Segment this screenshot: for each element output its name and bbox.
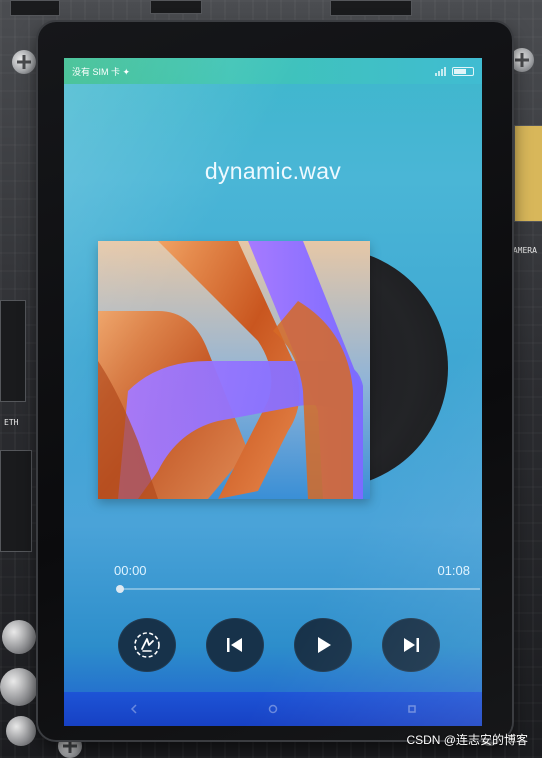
shuffle-mode-icon [134,632,160,658]
playback-controls [64,618,482,678]
battery-icon [452,66,474,76]
skip-previous-icon [227,638,242,652]
board-label-eth: ETH [4,418,19,427]
carrier-text: 没有 SIM 卡 ✦ [72,66,131,77]
capacitor [6,716,36,746]
skip-next-icon [404,638,419,652]
recents-icon[interactable] [407,704,417,714]
status-icons [435,66,474,76]
next-button[interactable] [382,618,440,672]
play-mode-button[interactable] [118,618,176,672]
play-icon [318,637,331,653]
board-chip [514,125,542,222]
home-icon[interactable] [268,704,278,714]
board-chip [10,0,60,16]
progress-thumb[interactable] [116,585,124,593]
board-chip [0,450,32,552]
album-cover [98,241,370,499]
status-bar: 没有 SIM 卡 ✦ [64,58,482,84]
previous-button[interactable] [206,618,264,672]
board-chip [150,0,202,14]
elapsed-time: 00:00 [114,563,147,578]
track-title: dynamic.wav [204,158,342,184]
screw-top-left [12,50,36,74]
play-button[interactable] [294,618,352,672]
capacitor [2,620,36,654]
capacitor [0,668,38,706]
screw-top-right [510,48,534,72]
watermark: CSDN @连志安的博客 [406,733,528,747]
back-icon[interactable] [129,704,139,714]
signal-icon [435,66,446,76]
board-chip [330,0,412,16]
photo-scene: CAMERA ETH 没有 SIM 卡 ✦ dynamic.wav 00:00 … [0,0,542,758]
system-nav-bar [64,692,482,726]
board-chip [0,300,26,402]
progress-slider[interactable] [116,585,480,593]
music-player-screen: 没有 SIM 卡 ✦ dynamic.wav 00:00 01:08 [64,58,482,726]
total-time: 01:08 [437,563,470,578]
board-label-camera: CAMERA [508,246,537,255]
